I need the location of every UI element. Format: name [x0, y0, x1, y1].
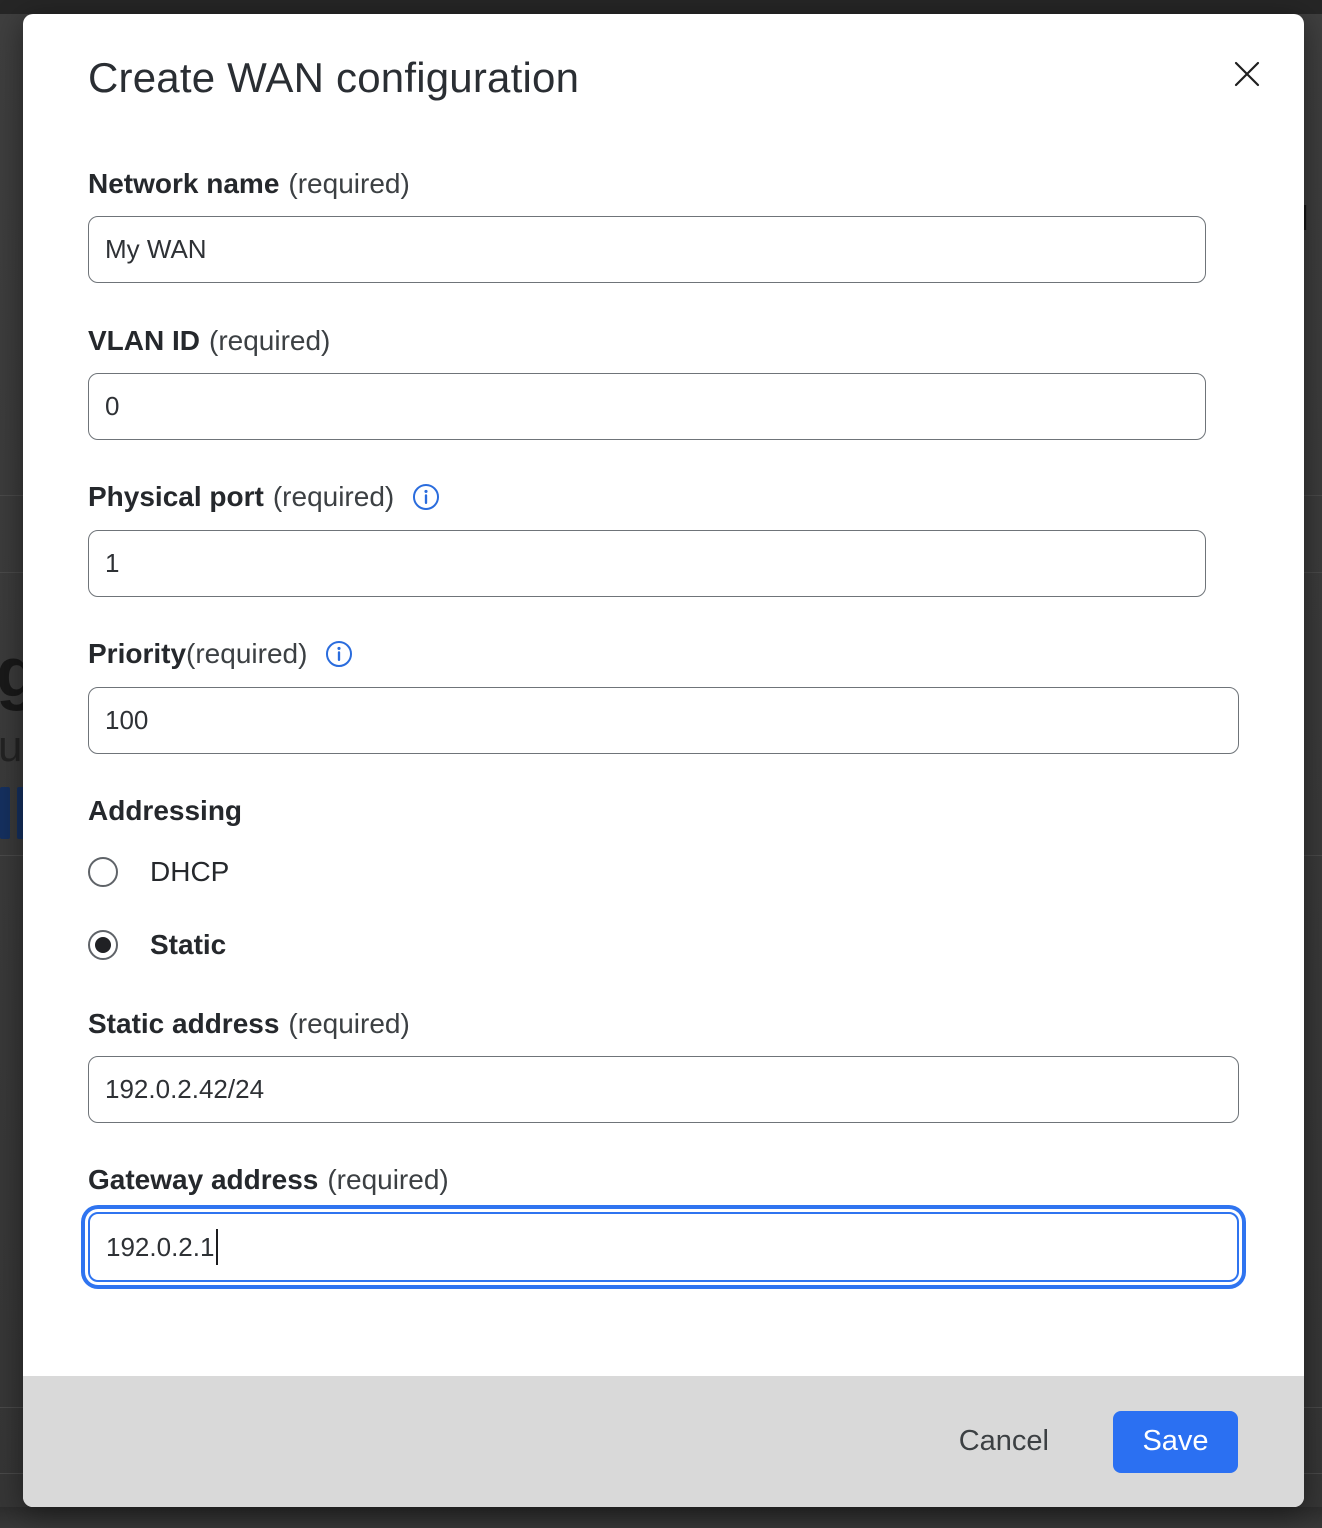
vlan-id-label: VLAN ID (required) — [88, 325, 330, 357]
backdrop-blue-button-fragment — [0, 787, 10, 839]
text-caret — [216, 1229, 218, 1265]
addressing-radio-dhcp[interactable]: DHCP — [88, 856, 229, 888]
gateway-address-input[interactable] — [88, 1212, 1239, 1282]
create-wan-configuration-dialog: Create WAN configuration Network name (r… — [23, 14, 1304, 1507]
gateway-address-label: Gateway address (required) — [88, 1164, 449, 1196]
backdrop-top-strip — [0, 0, 1322, 14]
priority-input[interactable] — [88, 687, 1239, 754]
gateway-address-field — [88, 1212, 1239, 1282]
dialog-title: Create WAN configuration — [88, 54, 579, 102]
radio-button-icon — [88, 930, 118, 960]
save-button[interactable]: Save — [1113, 1411, 1238, 1473]
vlan-id-input[interactable] — [88, 373, 1206, 440]
close-button[interactable] — [1225, 52, 1269, 96]
static-address-label: Static address (required) — [88, 1008, 410, 1040]
physical-port-input[interactable] — [88, 530, 1206, 597]
dialog-footer: Cancel Save — [23, 1376, 1304, 1507]
backdrop-text-fragment: u — [0, 722, 22, 772]
physical-port-label: Physical port (required) — [88, 481, 440, 513]
close-icon — [1231, 58, 1263, 90]
radio-button-icon — [88, 857, 118, 887]
backdrop-bottom-strip — [0, 1507, 1322, 1528]
cancel-button[interactable]: Cancel — [941, 1415, 1067, 1468]
info-icon[interactable] — [412, 483, 440, 511]
network-name-label: Network name (required) — [88, 168, 410, 200]
addressing-heading: Addressing — [88, 795, 242, 827]
static-address-input[interactable] — [88, 1056, 1239, 1123]
network-name-input[interactable] — [88, 216, 1206, 283]
addressing-radio-static[interactable]: Static — [88, 929, 226, 961]
info-icon[interactable] — [325, 640, 353, 668]
priority-label: Priority (required) — [88, 638, 353, 670]
